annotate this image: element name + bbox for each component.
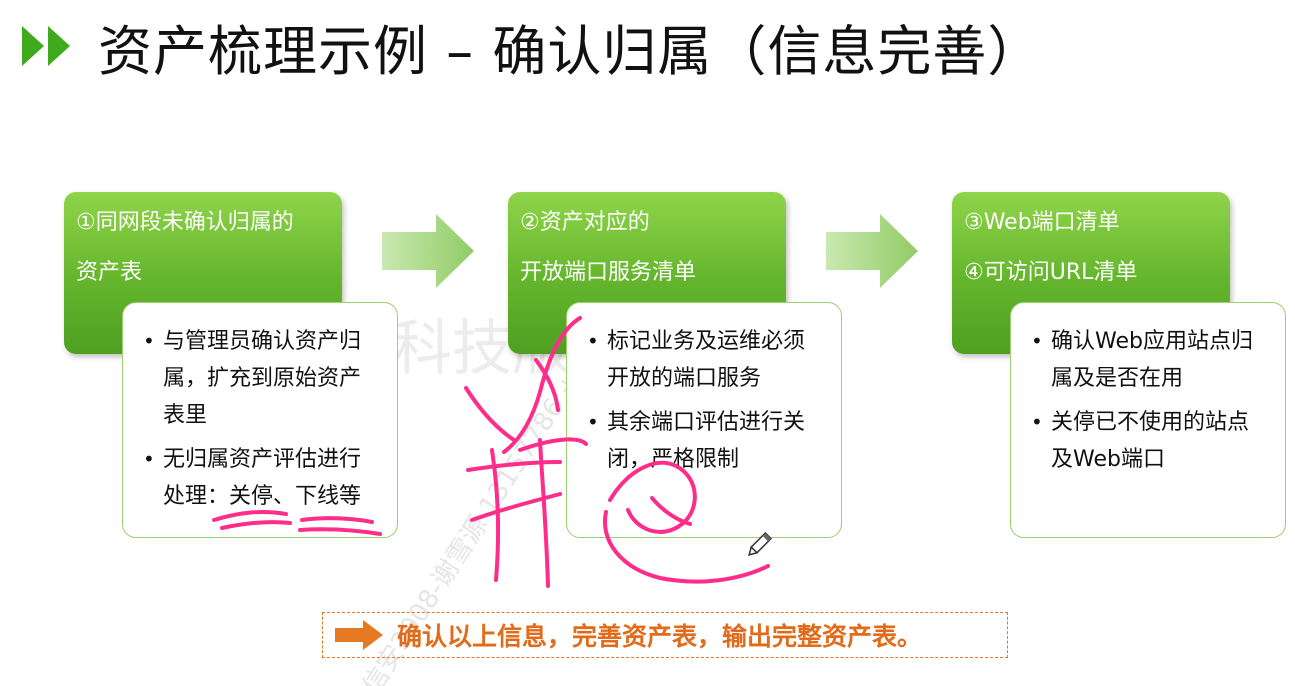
summary-box: 确认以上信息，完善资产表，输出完整资产表。 (322, 612, 1008, 658)
title-bar: 资产梳理示例 – 确认归属（信息完善） (22, 6, 1042, 86)
step-3-details: 确认Web应用站点归属及是否在用 关停已不使用的站点及Web端口 (1010, 302, 1286, 538)
step-2-bullet-1: 标记业务及运维必须开放的端口服务 (583, 323, 825, 397)
arrow-right-icon (382, 214, 474, 288)
step-1-details: 与管理员确认资产归属，扩充到原始资产表里 无归属资产评估进行处理：关停、下线等 (122, 302, 398, 538)
step-3-header-line-2: ④可访问URL清单 (964, 260, 1138, 285)
step-2-bullet-2: 其余端口评估进行关闭，严格限制 (583, 404, 825, 478)
arrow-right-icon (826, 214, 918, 288)
step-1-bullet-1: 与管理员确认资产归属，扩充到原始资产表里 (139, 323, 381, 434)
arrow-right-icon (335, 620, 383, 650)
step-2-header-line-2: 开放端口服务清单 (520, 260, 697, 285)
step-3-header-line-1: ③Web端口清单 (964, 210, 1120, 235)
step-3-bullet-2: 关停已不使用的站点及Web端口 (1027, 404, 1269, 478)
step-2-details: 标记业务及运维必须开放的端口服务 其余端口评估进行关闭，严格限制 (566, 302, 842, 538)
step-1-header-line-2: 资产表 (76, 260, 143, 285)
page-title: 资产梳理示例 – 确认归属（信息完善） (98, 19, 1043, 83)
double-chevron-right-icon (22, 24, 74, 68)
step-1-header-line-1: ①同网段未确认归属的 (76, 210, 294, 235)
step-3-bullet-1: 确认Web应用站点归属及是否在用 (1027, 323, 1269, 397)
summary-text: 确认以上信息，完善资产表，输出完整资产表。 (397, 622, 923, 651)
step-2-header-line-1: ②资产对应的 (520, 210, 650, 235)
step-1-bullet-2: 无归属资产评估进行处理：关停、下线等 (139, 441, 381, 515)
pencil-icon (748, 531, 773, 556)
